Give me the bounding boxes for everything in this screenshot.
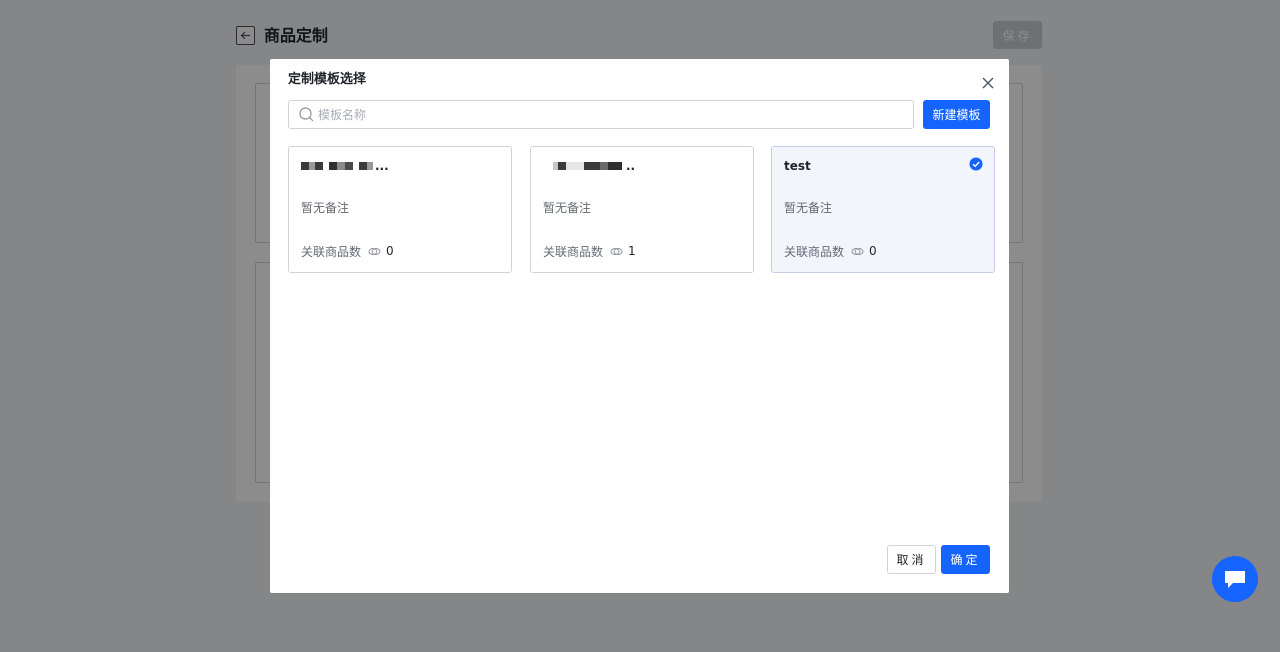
template-name-redacted: ..	[543, 158, 635, 174]
template-card[interactable]: ... 暂无备注 关联商品数 0	[288, 146, 512, 273]
link-icon	[368, 247, 381, 255]
template-name: test	[784, 159, 811, 173]
linked-count: 1	[628, 244, 636, 258]
template-select-modal: 定制模板选择 新建模板 ... 暂无备注 关联商品数 0	[270, 59, 1009, 593]
confirm-button[interactable]: 确定	[941, 545, 990, 574]
linked-count: 0	[386, 244, 394, 258]
template-name-redacted: ...	[301, 158, 389, 174]
template-linked-meta: 关联商品数 0	[784, 243, 877, 259]
linked-count: 0	[869, 244, 877, 258]
template-note: 暂无备注	[543, 201, 592, 215]
linked-label: 关联商品数	[784, 244, 845, 259]
chat-bubble-icon	[1225, 571, 1245, 588]
chat-button[interactable]	[1212, 556, 1258, 602]
search-input[interactable]	[318, 101, 898, 128]
cancel-button[interactable]: 取消	[887, 545, 936, 574]
search-box[interactable]	[288, 100, 914, 129]
linked-label: 关联商品数	[301, 244, 362, 259]
link-icon	[851, 247, 864, 255]
close-button[interactable]	[980, 75, 996, 91]
template-linked-meta: 关联商品数 1	[543, 243, 636, 259]
close-icon	[982, 77, 994, 89]
linked-label: 关联商品数	[543, 244, 604, 259]
link-icon	[610, 247, 623, 255]
modal-title: 定制模板选择	[288, 72, 367, 87]
template-note: 暂无备注	[784, 201, 833, 215]
new-template-button[interactable]: 新建模板	[923, 100, 990, 129]
template-card[interactable]: .. 暂无备注 关联商品数 1	[530, 146, 754, 273]
template-linked-meta: 关联商品数 0	[301, 243, 394, 259]
template-note: 暂无备注	[301, 201, 350, 215]
check-circle-icon	[969, 157, 983, 171]
search-icon	[299, 107, 314, 122]
template-card-selected[interactable]: test 暂无备注 关联商品数 0	[771, 146, 995, 273]
